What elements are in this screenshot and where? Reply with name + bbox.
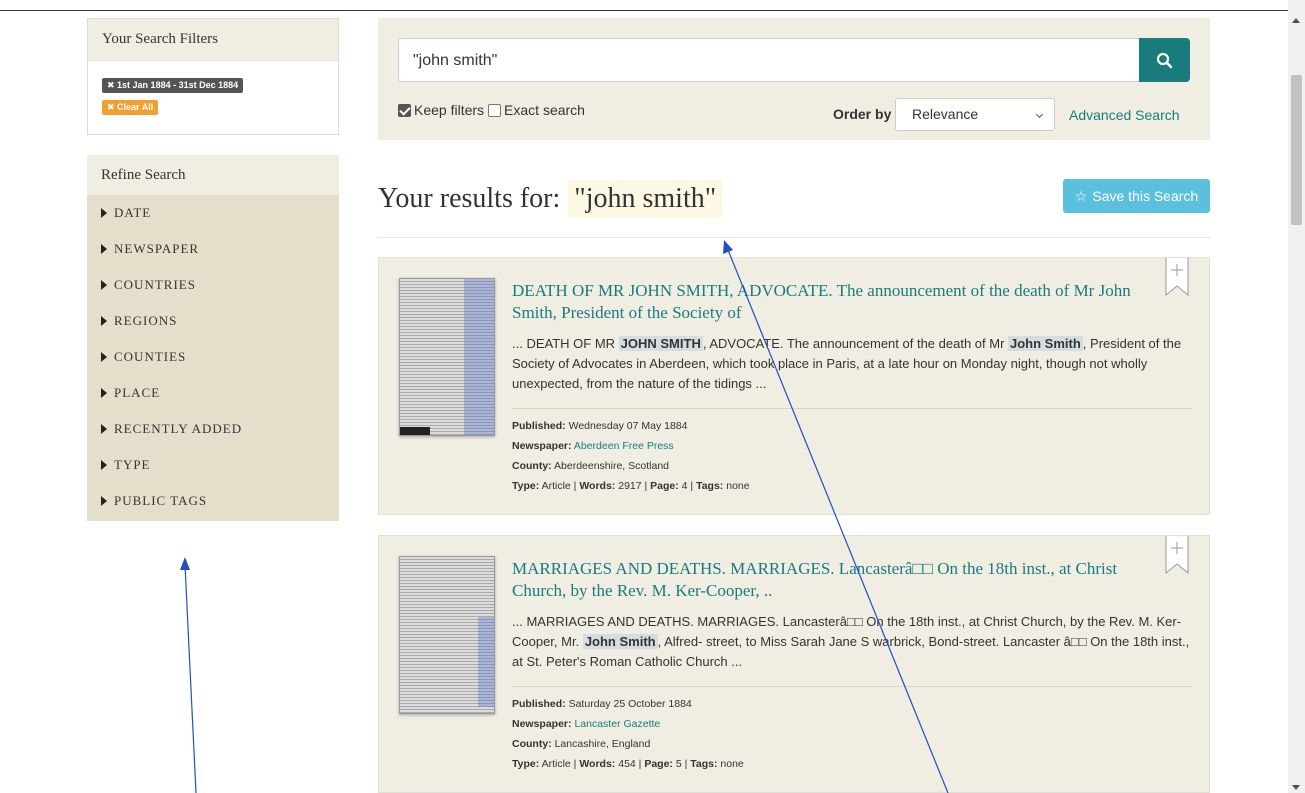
result-title-link[interactable]: DEATH OF MR JOHN SMITH, ADVOCATE. The an… [512,280,1172,324]
keep-filters-checkbox[interactable] [398,103,411,117]
refine-heading: Refine Search [87,155,339,195]
results-divider [378,237,1210,238]
advanced-search-link[interactable]: Advanced Search [1069,107,1180,123]
keep-filters-label: Keep filters [414,102,485,118]
exact-search-checkbox[interactable] [488,103,502,117]
newspaper-thumbnail[interactable] [399,556,495,714]
save-search-button[interactable]: ☆ Save this Search [1063,179,1210,213]
results-prefix: Your results for: [378,183,561,214]
type-meta: Type: Article | Words: 2917 | Page: 4 | … [512,480,750,492]
result-snippet: ... DEATH OF MR JOHN SMITH, ADVOCATE. Th… [512,336,1182,391]
refine-item-place[interactable]: PLACE [87,375,339,411]
caret-right-icon [101,424,107,434]
refine-item-regions[interactable]: REGIONS [87,303,339,339]
search-panel: "john smith" Keep filters Exact search O… [378,18,1210,140]
caret-right-icon [101,388,107,398]
clear-all-tag[interactable]: ✖ Clear All [102,100,159,115]
order-by-select[interactable]: Relevance [895,98,1055,131]
scroll-down-icon[interactable] [1292,785,1300,790]
newspaper-thumbnail[interactable] [399,278,495,436]
newspaper-link[interactable]: Lancaster Gazette [574,718,660,730]
star-icon: ☆ [1074,187,1088,204]
search-input[interactable]: "john smith" [398,38,1140,82]
search-button[interactable] [1139,38,1190,82]
newspaper-meta: Newspaper: Lancaster Gazette [512,718,661,730]
refine-item-counties[interactable]: COUNTIES [87,339,339,375]
arrowhead-icon [723,240,733,254]
refine-search-panel: Refine Search DATE NEWSPAPER COUNTRIES R… [87,155,339,521]
filter-tags: ✖ 1st Jan 1884 - 31st Dec 1884 ✖ Clear A… [88,61,338,119]
type-meta: Type: Article | Words: 454 | Page: 5 | T… [512,758,744,770]
county-meta: County: Lancashire, England [512,738,651,750]
order-by-label: Order by [833,106,892,122]
caret-right-icon [101,280,107,290]
caret-right-icon [101,208,107,218]
result-snippet: ... MARRIAGES AND DEATHS. MARRIAGES. Lan… [512,614,1190,669]
county-meta: County: Aberdeenshire, Scotland [512,460,670,472]
caret-right-icon [101,316,107,326]
newspaper-meta: Newspaper: Aberdeen Free Press [512,440,674,452]
published-meta: Published: Wednesday 07 May 1884 [512,420,688,432]
search-filters-panel: Your Search Filters ✖ 1st Jan 1884 - 31s… [87,18,339,135]
exact-search-label: Exact search [504,102,585,118]
date-filter-tag[interactable]: ✖ 1st Jan 1884 - 31st Dec 1884 [102,78,244,93]
refine-item-date[interactable]: DATE [87,195,339,231]
results-query: "john smith" [568,180,723,218]
scroll-thumb[interactable] [1291,75,1302,225]
annotation-arrow [184,564,197,793]
refine-item-countries[interactable]: COUNTRIES [87,267,339,303]
search-icon [1156,52,1173,68]
top-border [0,10,1288,11]
card-divider [512,686,1192,687]
chevron-down-icon [1035,110,1044,119]
refine-item-type[interactable]: TYPE [87,447,339,483]
caret-right-icon [101,244,107,254]
card-divider [512,408,1192,409]
scroll-up-icon[interactable] [1292,18,1300,23]
newspaper-link[interactable]: Aberdeen Free Press [574,440,674,452]
result-card: DEATH OF MR JOHN SMITH, ADVOCATE. The an… [378,257,1210,515]
refine-item-newspaper[interactable]: NEWSPAPER [87,231,339,267]
results-heading: Your results for: "john smith" [378,180,723,218]
refine-item-public-tags[interactable]: PUBLIC TAGS [87,483,339,519]
save-search-label: Save this Search [1092,188,1199,204]
refine-item-recently-added[interactable]: RECENTLY ADDED [87,411,339,447]
search-options: Keep filters Exact search [398,102,585,118]
caret-right-icon [101,496,107,506]
caret-right-icon [101,352,107,362]
result-title-link[interactable]: MARRIAGES AND DEATHS. MARRIAGES. Lancast… [512,558,1172,602]
published-meta: Published: Saturday 25 October 1884 [512,698,692,710]
result-card: MARRIAGES AND DEATHS. MARRIAGES. Lancast… [378,535,1210,793]
caret-right-icon [101,460,107,470]
page-scrollbar[interactable] [1288,0,1305,793]
filters-heading: Your Search Filters [88,19,338,61]
order-by-value: Relevance [912,106,979,122]
arrowhead-icon [180,557,190,570]
